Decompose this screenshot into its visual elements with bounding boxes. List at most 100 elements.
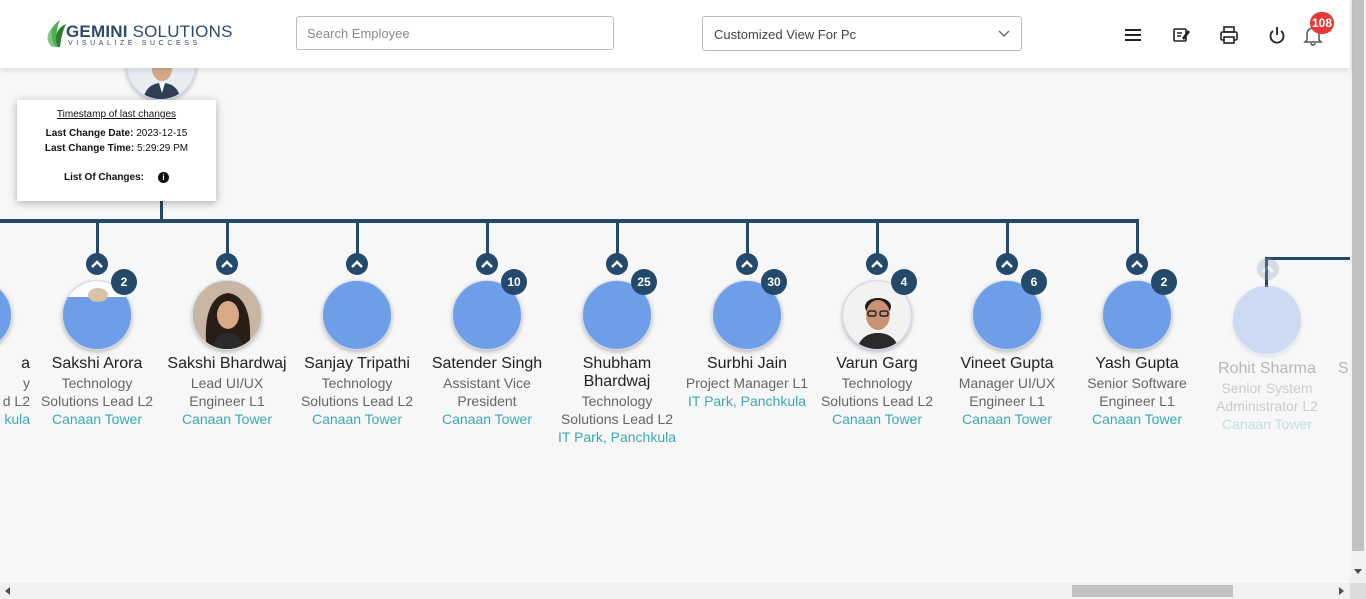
employee-card[interactable]: Sakshi Bhardwaj Lead UI/UX Engineer L1 Can…	[162, 355, 292, 428]
scrollbar-corner	[1350, 583, 1366, 599]
chevron-up-icon	[1262, 265, 1274, 273]
horizontal-scroll-thumb[interactable]	[1072, 585, 1233, 597]
search-employee-input[interactable]	[296, 16, 614, 50]
child-connector	[875, 221, 879, 256]
power-icon[interactable]	[1266, 24, 1288, 46]
employee-card[interactable]: Varun Garg Technology Solutions Lead L2 Ca…	[812, 355, 942, 428]
employee-role-line2: d L2	[2, 393, 30, 409]
child-connector	[615, 221, 619, 256]
chevron-up-icon	[1001, 260, 1013, 268]
right-connector	[1265, 257, 1350, 260]
report-count-badge: 30	[761, 269, 787, 295]
info-icon[interactable]: i	[158, 172, 169, 183]
employee-card[interactable]: Satender Singh Assistant Vice President Ca…	[422, 355, 552, 428]
scroll-right-arrow-icon[interactable]	[1337, 587, 1345, 595]
report-count-badge: 2	[111, 269, 137, 295]
logo-wordmark: GEMINI SOLUTIONS	[66, 22, 233, 41]
employee-name: Rohit Sharma	[1218, 360, 1316, 377]
print-icon[interactable]	[1218, 24, 1240, 46]
employee-role: Lead UI/UX Engineer L1	[189, 375, 265, 409]
notification-badge[interactable]: 108	[1310, 12, 1334, 34]
employee-name: Varun Garg	[836, 355, 918, 372]
chevron-up-icon	[91, 260, 103, 268]
employee-name: Yash Gupta	[1095, 355, 1179, 372]
employee-role: Project Manager L1	[685, 375, 809, 391]
child-connector	[225, 221, 229, 256]
collapse-toggle[interactable]	[1126, 253, 1148, 275]
employee-role: y	[23, 375, 30, 391]
collapse-toggle[interactable]	[736, 253, 758, 275]
employee-name: Vineet Gupta	[960, 355, 1054, 372]
employee-role: Assistant Vice President	[443, 375, 531, 409]
collapse-toggle[interactable]	[346, 253, 368, 275]
employee-location: IT Park, Panchkula	[687, 393, 807, 409]
report-count-badge: 6	[1021, 269, 1047, 295]
employee-name: Sanjay Tripathi	[304, 355, 410, 372]
employee-card[interactable]: Yash Gupta Senior Software Engineer L1 Can…	[1072, 355, 1202, 428]
child-connector	[1135, 221, 1139, 256]
employee-card[interactable]: Sakshi Arora Technology Solutions Lead L2…	[32, 355, 162, 428]
report-count-badge: 25	[631, 269, 657, 295]
employee-location: Canaan Tower	[831, 411, 923, 427]
employee-name: Sakshi Bhardwaj	[167, 355, 287, 372]
collapse-toggle[interactable]	[996, 253, 1018, 275]
expand-toggle[interactable]	[1257, 258, 1279, 280]
collapse-toggle[interactable]	[86, 253, 108, 275]
top-header: GEMINI SOLUTIONS VISUALIZE SUCCESS Custo…	[0, 0, 1350, 68]
employee-card[interactable]: Rohit Sharma Senior System Administrator…	[1202, 360, 1332, 433]
employee-card[interactable]: Sanjay Tripathi Technology Solutions Lead…	[292, 355, 422, 428]
scroll-down-arrow-icon[interactable]	[1354, 567, 1362, 575]
employee-location: Canaan Tower	[1221, 416, 1313, 432]
employee-avatar[interactable]	[322, 280, 392, 350]
timestamp-tooltip: Timestamp of last changes Last Change Da…	[17, 100, 216, 201]
employee-card[interactable]: Surbhi Jain Project Manager L1 IT Park, Pa…	[682, 355, 812, 410]
collapse-toggle[interactable]	[606, 253, 628, 275]
collapse-toggle[interactable]	[216, 253, 238, 275]
view-select[interactable]: Customized View For Pc	[702, 16, 1022, 51]
employee-location: Canaan Tower	[441, 411, 533, 427]
employee-card[interactable]: Vineet Gupta Manager UI/UX Engineer L1 Can…	[942, 355, 1072, 428]
employee-name: Satender Singh	[431, 355, 543, 372]
list-of-changes: List Of Changes: i	[17, 172, 216, 183]
edit-notes-icon[interactable]	[1170, 24, 1192, 46]
employee-avatar[interactable]	[1232, 285, 1302, 355]
employee-role: Manager UI/UX Engineer L1	[958, 375, 1056, 409]
employee-location: Canaan Tower	[181, 411, 273, 427]
woman-photo-icon	[193, 281, 261, 349]
employee-name: Sakshi Arora	[51, 355, 143, 372]
employee-location: Canaan Tower	[961, 411, 1053, 427]
view-select-value: Customized View For Pc	[714, 27, 857, 42]
employee-card[interactable]: Shubham Bhardwaj Technology Solutions Lea…	[552, 355, 682, 446]
logo-tagline: VISUALIZE SUCCESS	[68, 40, 201, 47]
menu-icon[interactable]	[1122, 24, 1144, 46]
chevron-up-icon	[351, 260, 363, 268]
employee-role: Technology Solutions Lead L2	[820, 375, 934, 409]
employee-name: Surbhi Jain	[706, 355, 788, 372]
manager-connector	[160, 201, 163, 221]
employee-role: Senior System Administrator L2	[1216, 380, 1318, 414]
employee-name: Shubham Bhardwaj	[582, 355, 652, 390]
last-change-date: Last Change Date: 2023-12-15	[45, 128, 188, 139]
leaf-logo-icon	[47, 20, 66, 47]
employee-avatar[interactable]	[192, 280, 262, 350]
company-logo[interactable]: GEMINI SOLUTIONS VISUALIZE SUCCESS	[46, 16, 232, 52]
vertical-scroll-thumb[interactable]	[1352, 0, 1364, 551]
employee-location: Canaan Tower	[1091, 411, 1183, 427]
employee-avatar-partial[interactable]	[0, 280, 12, 350]
chevron-down-icon	[998, 30, 1010, 37]
chevron-up-icon	[1131, 260, 1143, 268]
employee-card-partial-left[interactable]: a y d L2 kula	[0, 355, 30, 428]
employee-location: Canaan Tower	[311, 411, 403, 427]
employee-role: Technology Solutions Lead L2	[300, 375, 414, 409]
collapse-toggle[interactable]	[476, 253, 498, 275]
horizontal-connector	[0, 219, 1139, 223]
child-connector	[95, 221, 99, 256]
child-connector	[355, 221, 359, 256]
employee-role: Senior Software Engineer L1	[1087, 375, 1187, 409]
employee-role: Technology Solutions Lead L2	[560, 393, 674, 427]
employee-name: a	[21, 355, 30, 372]
chevron-up-icon	[741, 260, 753, 268]
scroll-left-arrow-icon[interactable]	[4, 587, 12, 595]
report-count-badge: 4	[891, 269, 917, 295]
collapse-toggle[interactable]	[866, 253, 888, 275]
